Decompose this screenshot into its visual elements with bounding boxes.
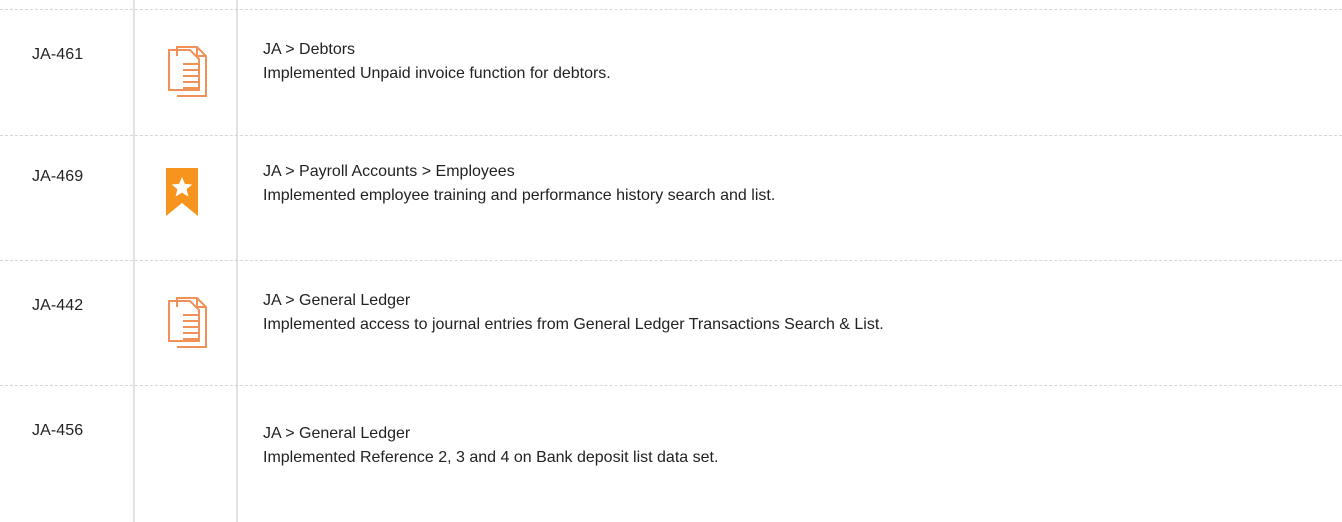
issue-id[interactable]: JA-456	[32, 422, 83, 440]
table-row: JA-461 JA > Debtors Implemented Unpaid i…	[0, 9, 1342, 135]
table-row: JA-469 JA > Payroll Accounts > Employees…	[0, 135, 1342, 260]
document-icon	[166, 44, 210, 103]
change-description: Implemented Unpaid invoice function for …	[263, 65, 611, 82]
change-description: Implemented Reference 2, 3 and 4 on Bank…	[263, 449, 719, 466]
change-description: Implemented access to journal entries fr…	[263, 316, 884, 333]
document-icon	[166, 295, 210, 354]
star-bookmark-icon	[166, 168, 198, 221]
module-path: JA > Debtors	[263, 41, 356, 58]
release-notes-table: JA-461 JA > Debtors Implemented Unpaid i…	[0, 0, 1342, 522]
issue-id[interactable]: JA-442	[32, 297, 83, 315]
issue-id[interactable]: JA-469	[32, 168, 83, 186]
module-path: JA > Payroll Accounts > Employees	[263, 163, 515, 180]
module-path: JA > General Ledger	[263, 292, 411, 309]
table-row: JA-456 JA > General Ledger Implemented R…	[0, 385, 1342, 522]
table-row: JA-442 JA > General Ledger Implemented a…	[0, 260, 1342, 385]
module-path: JA > General Ledger	[263, 425, 411, 442]
change-description: Implemented employee training and perfor…	[263, 187, 776, 204]
issue-id[interactable]: JA-461	[32, 46, 83, 64]
